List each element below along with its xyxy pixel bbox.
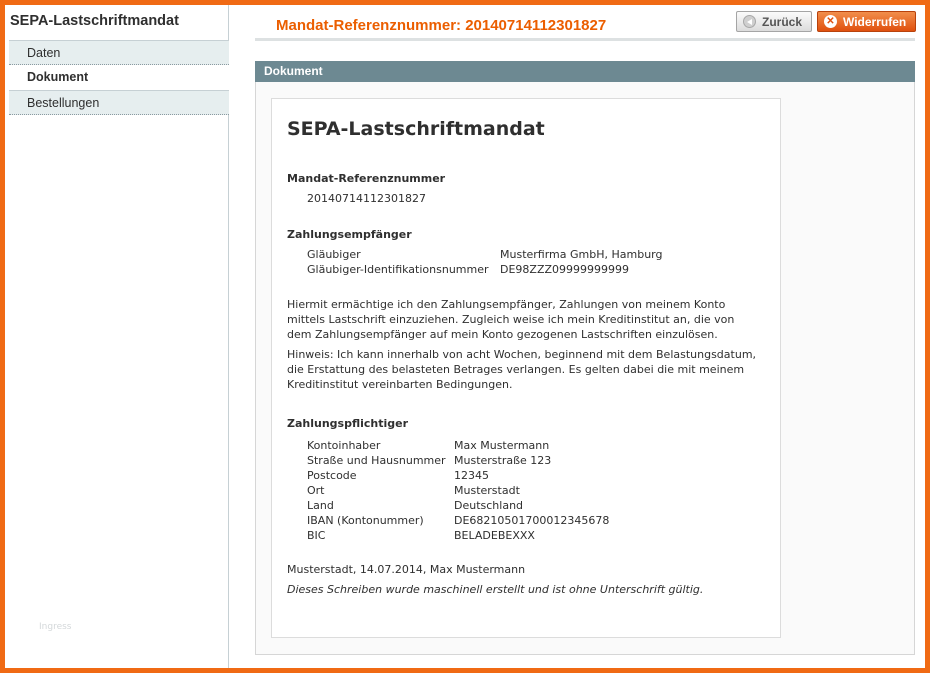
payer-row: Ort Musterstadt [307,483,520,498]
payee-heading: Zahlungsempfänger [287,228,412,241]
payer-value: Max Mustermann [454,439,550,452]
payer-value: Musterstraße 123 [454,454,552,467]
reference-heading: Mandat-Referenznummer [287,172,446,185]
payer-value: Musterstadt [454,484,520,497]
sidebar-footnote: Ingress [39,622,72,632]
document-title: SEPA-Lastschriftmandat [287,118,545,140]
payer-value: 12345 [454,469,489,482]
payer-row: Postcode 12345 [307,468,489,483]
page-title: Mandat-Referenznummer: 20140714112301827 [276,17,607,34]
footer-note: Dieses Schreiben wurde maschinell erstel… [287,583,704,596]
signature-line: Musterstadt, 14.07.2014, Max Mustermann [287,563,526,576]
sidebar-tabs: Daten Dokument Bestellungen [9,40,229,115]
back-button-label: Zurück [762,14,803,29]
tab-dokument[interactable]: Dokument [9,65,229,90]
payee-row: Gläubiger Musterfirma GmbH, Hamburg [307,247,663,262]
notice-text: Hinweis: Ich kann innerhalb von acht Woc… [287,348,757,391]
payer-value: DE68210501700012345678 [454,514,610,527]
payer-row: Kontoinhaber Max Mustermann [307,438,549,453]
payer-key: Straße und Hausnummer [307,454,446,467]
mandate-document: SEPA-Lastschriftmandat Mandat-Referenznu… [271,98,781,638]
reference-value: 20140714112301827 [307,192,426,205]
back-button[interactable]: Zurück [736,11,812,32]
header-divider [255,38,915,41]
payer-key: Land [307,499,334,512]
payee-row: Gläubiger-Identifikationsnummer DE98ZZZ0… [307,262,629,277]
payer-value: BELADEBEXXX [454,529,535,542]
reference-value-row: 20140714112301827 [307,191,426,206]
payer-key: Postcode [307,469,357,482]
payer-row: Straße und Hausnummer Musterstraße 123 [307,453,551,468]
tab-bestellungen[interactable]: Bestellungen [9,90,229,115]
app-window: SEPA-Lastschriftmandat Daten Dokument Be… [5,5,925,668]
payer-heading: Zahlungspflichtiger [287,417,409,430]
sidebar: SEPA-Lastschriftmandat Daten Dokument Be… [5,5,229,668]
x-circle-icon: ✕ [824,15,837,28]
payee-value: DE98ZZZ09999999999 [500,263,630,276]
section-header: Dokument [255,61,915,82]
revoke-button-label: Widerrufen [843,14,907,29]
payer-row: Land Deutschland [307,498,523,513]
payer-row: IBAN (Kontonummer) DE6821050170001234567… [307,513,609,528]
payer-row: BIC BELADEBEXXX [307,528,535,543]
arrow-left-circle-icon [743,15,756,28]
payer-key: IBAN (Kontonummer) [307,514,424,527]
section-body: SEPA-Lastschriftmandat Mandat-Referenznu… [255,82,915,655]
tab-daten[interactable]: Daten [9,40,229,65]
payer-key: Kontoinhaber [307,439,381,452]
sidebar-title: SEPA-Lastschriftmandat [10,13,179,29]
revoke-button[interactable]: ✕ Widerrufen [817,11,916,32]
payer-value: Deutschland [454,499,524,512]
authorization-text: Hiermit ermächtige ich den Zahlungsempfä… [287,298,735,341]
payer-key: Ort [307,484,325,497]
payee-key: Gläubiger [307,248,361,261]
payer-key: BIC [307,529,326,542]
payee-key: Gläubiger-Identifikationsnummer [307,263,489,276]
payee-value: Musterfirma GmbH, Hamburg [500,248,663,261]
